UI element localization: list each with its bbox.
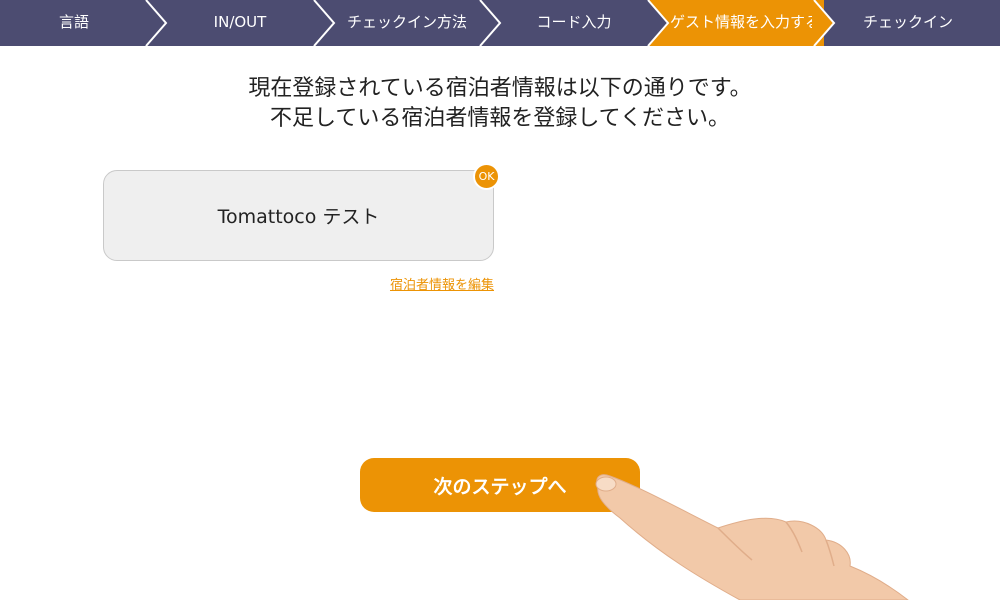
ok-status-badge: OK	[473, 163, 500, 190]
edit-guest-info-link[interactable]: 宿泊者情報を編集	[300, 274, 494, 293]
chevron-separator-icon	[145, 0, 168, 46]
chevron-separator-icon	[313, 0, 336, 46]
step-checkin[interactable]: チェックイン	[830, 0, 986, 46]
chevron-separator-icon	[479, 0, 502, 46]
pointing-hand-icon	[595, 474, 909, 600]
guest-name: Tomattoco テスト	[217, 206, 380, 228]
step-code-input[interactable]: コード入力	[492, 0, 656, 46]
step-checkin-method[interactable]: チェックイン方法	[326, 0, 488, 46]
step-language[interactable]: 言語	[0, 0, 148, 46]
step-in-out[interactable]: IN/OUT	[160, 0, 320, 46]
step-progress-bar: 言語 IN/OUT チェックイン方法 コード入力 ゲスト情報を入力する チェック…	[0, 0, 1000, 46]
chevron-separator-icon	[812, 0, 836, 46]
step-guest-info[interactable]: ゲスト情報を入力する	[660, 0, 830, 46]
heading-line-2: 不足している宿泊者情報を登録してください。	[269, 106, 731, 131]
heading-line-1: 現在登録されている宿泊者情報は以下の通りです。	[248, 76, 752, 101]
guest-card[interactable]: Tomattoco テスト	[103, 170, 494, 261]
checkin-page: 言語 IN/OUT チェックイン方法 コード入力 ゲスト情報を入力する チェック…	[0, 0, 1000, 600]
chevron-separator-icon	[646, 0, 670, 46]
page-heading: 現在登録されている宿泊者情報は以下の通りです。 不足している宿泊者情報を登録して…	[0, 74, 1000, 134]
